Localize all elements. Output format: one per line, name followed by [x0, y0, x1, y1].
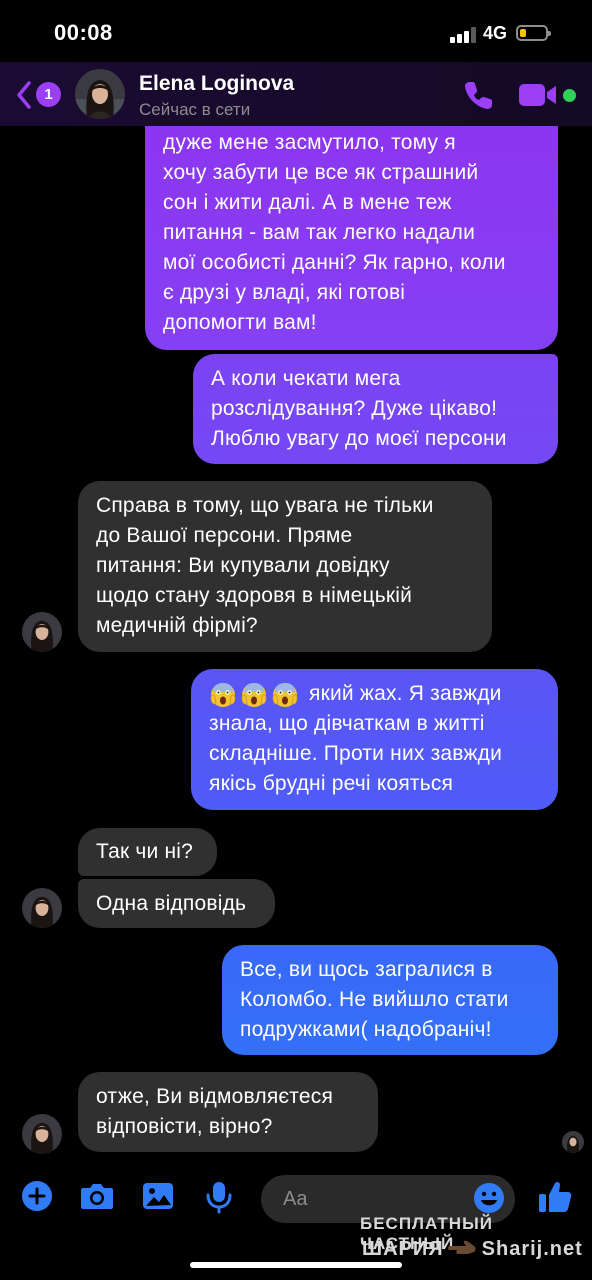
message-line: якісь брудні речі кояться: [209, 772, 454, 795]
message-line: хочу забути це все як страшний: [163, 161, 479, 184]
message-line: розслідування? Дуже цікаво!: [211, 397, 498, 420]
read-receipt-avatar: [562, 1131, 584, 1153]
microphone-icon[interactable]: [205, 1180, 233, 1214]
signal-strength-icon: [450, 27, 478, 43]
message-line: Люблю увагу до моєї персони: [211, 427, 507, 450]
video-call-button[interactable]: [518, 81, 558, 109]
message-line: який жах. Я завжди: [309, 682, 502, 705]
chevron-left-icon: [17, 81, 31, 109]
message-bubble-outgoing[interactable]: А коли чекати мега розслідування? Дуже ц…: [193, 354, 558, 464]
contact-avatar-small[interactable]: [22, 1114, 62, 1154]
message-line: Все, ви щось загралися в: [240, 958, 493, 981]
status-bar: 00:08 4G: [0, 0, 592, 62]
screaming-face-icon: [241, 683, 267, 708]
message-bubble-incoming[interactable]: Справа в тому, що увага не тільки до Ваш…: [78, 481, 492, 652]
message-line: А коли чекати мега: [211, 367, 401, 390]
message-line: знала, що дівчаткам в житті: [209, 712, 485, 735]
online-indicator: [563, 89, 576, 102]
message-line: питання - вам так легко надали: [163, 221, 476, 244]
message-line: дуже мене засмутило, тому я: [163, 131, 456, 154]
watermark-text-left: ШАРИЯ: [362, 1238, 444, 1260]
message-line: є друзі у владі, які готові: [163, 281, 406, 304]
message-bubble-incoming[interactable]: отже, Ви відмовляєтеся відповісти, вірно…: [78, 1072, 378, 1152]
message-thread[interactable]: дуже мене засмутило, тому я хочу забути …: [0, 126, 592, 1162]
unread-count-badge: 1: [36, 82, 61, 107]
conversation-header: 1 Elena Loginova Сейчас в сети: [0, 62, 592, 126]
contact-avatar-small[interactable]: [22, 612, 62, 652]
contact-name[interactable]: Elena Loginova: [139, 72, 294, 96]
message-line: відповісти, вірно?: [96, 1115, 273, 1138]
message-line: отже, Ви відмовляєтеся: [96, 1085, 334, 1108]
status-time: 00:08: [54, 20, 113, 45]
message-line: Так чи ні?: [96, 840, 194, 863]
contact-avatar-small[interactable]: [22, 888, 62, 928]
gallery-icon[interactable]: [141, 1180, 175, 1212]
watermark-text-right: Sharij.net: [481, 1238, 583, 1260]
phone-icon: [465, 82, 492, 109]
message-line: медичній фірмі?: [96, 614, 258, 637]
message-line: Справа в тому, що увага не тільки: [96, 494, 434, 517]
message-bubble-outgoing[interactable]: який жах. Я завжди знала, що дівчаткам в…: [191, 669, 558, 810]
message-line: складніше. Проти них завжди: [209, 742, 503, 765]
message-line: питання: Ви купували довідку: [96, 554, 390, 577]
battery-icon: [516, 25, 551, 41]
message-line: щодо стану здоровя в німецькій: [96, 584, 413, 607]
watermark-text: ШАРИЯ Sharij.net: [362, 1238, 583, 1261]
message-line: мої особисті данні? Як гарно, коли: [163, 251, 506, 274]
emoji-group: [209, 680, 299, 708]
emoji-icon[interactable]: [473, 1182, 505, 1214]
message-bubble-outgoing[interactable]: дуже мене засмутило, тому я хочу забути …: [145, 126, 558, 350]
message-line: сон і жити далі. А в мене теж: [163, 191, 452, 214]
back-button[interactable]: 1: [14, 78, 62, 112]
message-line: подружками( надобраніч!: [240, 1018, 492, 1041]
message-line: до Вашої персони. Пряме: [96, 524, 353, 547]
contact-status: Сейчас в сети: [139, 100, 251, 119]
contact-avatar[interactable]: [75, 69, 125, 119]
plus-icon[interactable]: [21, 1180, 53, 1212]
message-bubble-incoming[interactable]: Одна відповідь: [78, 879, 275, 928]
home-indicator[interactable]: [190, 1262, 402, 1268]
message-line: допомогти вам!: [163, 311, 317, 334]
message-bubble-outgoing[interactable]: Все, ви щось загралися в Коломбо. Не вий…: [222, 945, 558, 1055]
video-camera-icon: [519, 84, 556, 106]
camera-icon[interactable]: [79, 1180, 115, 1212]
message-line: Коломбо. Не вийшло стати: [240, 988, 509, 1011]
message-bubble-incoming[interactable]: Так чи ні?: [78, 828, 217, 876]
pointing-hand-icon: [447, 1238, 478, 1261]
message-line: Одна відповідь: [96, 892, 247, 915]
message-composer: БЕСПЛАТНЫЙ ЧАСТНЫЙ ШАРИЯ Sharij.net: [0, 1162, 592, 1280]
screaming-face-icon: [210, 683, 236, 708]
network-type: 4G: [483, 23, 508, 43]
thumbs-up-icon[interactable]: [537, 1179, 573, 1215]
audio-call-button[interactable]: [462, 78, 496, 112]
screaming-face-icon: [272, 683, 298, 708]
